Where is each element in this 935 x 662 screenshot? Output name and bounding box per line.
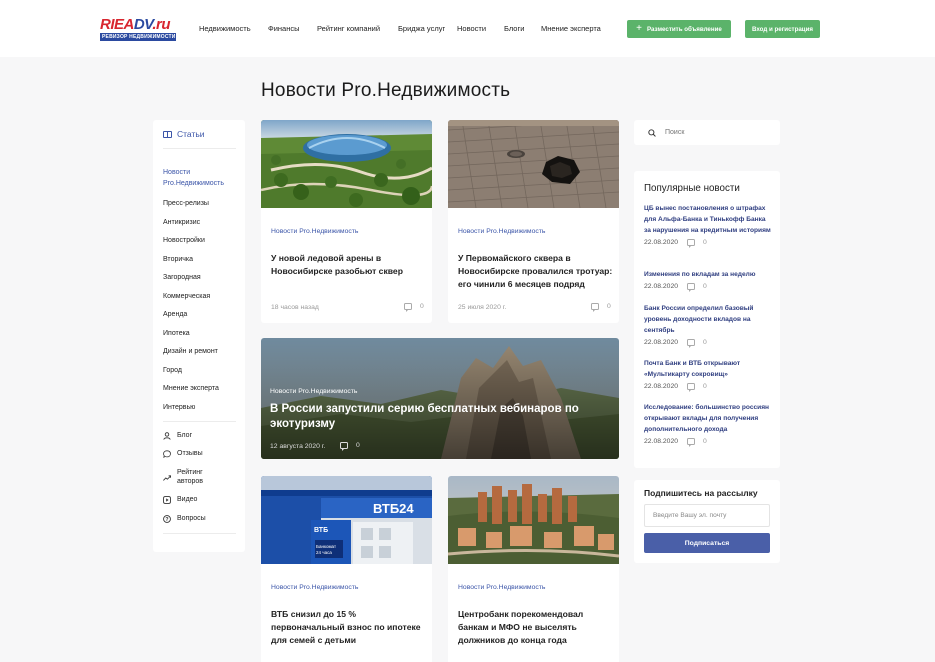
svg-text:24 часа: 24 часа [316, 550, 332, 555]
divider [163, 421, 236, 422]
comment-icon [404, 303, 412, 312]
subscribe-title: Подпишитесь на рассылку [644, 488, 758, 498]
search-box [634, 120, 780, 145]
nav-expert-opinion[interactable]: Мнение эксперта [541, 24, 601, 33]
card-category[interactable]: Новости Pro.Недвижимость [271, 228, 358, 235]
nav-company-rating[interactable]: Рейтинг компаний [317, 24, 380, 33]
sidebar-item-interview[interactable]: Интервью [163, 402, 195, 413]
comment-count: 0 [591, 303, 611, 312]
comment-icon [687, 283, 696, 292]
article-image-mountains [261, 338, 619, 459]
sidebar-item-country[interactable]: Загородная [163, 272, 201, 283]
comment-icon [687, 438, 696, 447]
sidebar-item-rent[interactable]: Аренда [163, 309, 187, 320]
comment-icon [340, 442, 348, 451]
card-title[interactable]: Центробанк порекомендовал банкам и МФО н… [458, 608, 593, 647]
sidebar-item-questions[interactable]: ? Вопросы [163, 515, 206, 524]
sidebar-item-video[interactable]: Видео [163, 496, 197, 505]
nav-news[interactable]: Новости [457, 24, 486, 33]
logo-wordmark: RIEADV.ru [100, 16, 170, 33]
site-header: RIEADV.ru РЕВИЗОР НЕДВИЖИМОСТИ Недвижимо… [0, 0, 935, 57]
trend-icon [163, 474, 171, 482]
nav-realty[interactable]: Недвижимость [199, 24, 251, 33]
comment-count: 0 [404, 303, 424, 312]
featured-news-card[interactable]: Новости Pro.Недвижимость В России запуст… [261, 338, 619, 459]
article-image-sidewalk [448, 120, 619, 208]
sidebar-item-newbuildings[interactable]: Новостройки [163, 235, 205, 246]
subscribe-button[interactable]: Подписаться [644, 533, 770, 553]
email-input[interactable]: Введите Вашу эл. почту [644, 504, 770, 527]
popular-news: Популярные новости ЦБ вынес постановлени… [634, 171, 780, 468]
comment-count: 0 [340, 442, 360, 451]
popular-title: Популярные новости [644, 183, 740, 194]
search-input[interactable] [665, 129, 765, 136]
card-category[interactable]: Новости Pro.Недвижимость [458, 584, 545, 591]
sidebar-item-commercial[interactable]: Коммерческая [163, 291, 210, 302]
popular-item[interactable]: Изменения по вкладам за неделю 22.08.202… [644, 269, 772, 292]
sidebar-item-reviews[interactable]: Отзывы [163, 450, 203, 459]
logo-tagline: РЕВИЗОР НЕДВИЖИМОСТИ [100, 33, 176, 41]
sidebar-item-expert[interactable]: Мнение эксперта [163, 383, 219, 394]
sidebar-item-press[interactable]: Пресс-релизы [163, 198, 209, 209]
article-image-ice-arena [261, 120, 432, 208]
plus-icon: + [636, 23, 642, 34]
card-category[interactable]: Новости Pro.Недвижимость [270, 388, 357, 395]
article-image-city-aerial [448, 476, 619, 564]
popular-item[interactable]: Банк России определил базовый уровень до… [644, 303, 772, 348]
sidebar-item-anticrisis[interactable]: Антикризис [163, 217, 200, 228]
nav-blogs[interactable]: Блоги [504, 24, 524, 33]
svg-text:ВТБ: ВТБ [314, 527, 328, 534]
news-card[interactable]: Новости Pro.Недвижимость У Первомайского… [448, 120, 619, 323]
popular-item[interactable]: Почта Банк и ВТБ открывают «Мультикарту … [644, 358, 772, 392]
svg-text:ВТБ24: ВТБ24 [373, 501, 414, 516]
news-card[interactable]: ВТБ24 ВТБ Банкомат 24 часа Новости Pro.Н… [261, 476, 432, 662]
svg-text:Банкомат: Банкомат [316, 544, 336, 549]
card-category[interactable]: Новости Pro.Недвижимость [271, 584, 358, 591]
sidebar-item-news[interactable]: Новости Pro.Недвижимость [163, 167, 224, 189]
divider [163, 148, 236, 149]
articles-link[interactable]: Статьи [163, 129, 205, 139]
card-title[interactable]: У Первомайского сквера в Новосибирске пр… [458, 252, 613, 291]
card-title[interactable]: ВТБ снизил до 15 % первоначальный взнос … [271, 608, 421, 647]
login-button[interactable]: Вход и регистрация [745, 20, 820, 38]
card-date: 25 июля 2020 г. [458, 304, 507, 311]
search-icon[interactable] [648, 128, 656, 137]
card-category[interactable]: Новости Pro.Недвижимость [458, 228, 545, 235]
divider [163, 533, 236, 534]
chat-icon [163, 450, 171, 459]
article-image-vtb: ВТБ24 ВТБ Банкомат 24 часа [261, 476, 432, 564]
card-title[interactable]: В России запустили серию бесплатных веби… [270, 402, 590, 432]
card-title[interactable]: У новой ледовой арены в Новосибирске раз… [271, 252, 421, 278]
comment-icon [687, 339, 696, 348]
news-card[interactable]: Новости Pro.Недвижимость Центробанк поре… [448, 476, 619, 662]
sidebar-item-author-rating[interactable]: Рейтинг авторов [163, 469, 203, 486]
card-date: 18 часов назад [271, 304, 319, 311]
sidebar-item-city[interactable]: Город [163, 365, 182, 376]
svg-text:?: ? [165, 517, 168, 523]
user-icon [163, 432, 171, 441]
news-card[interactable]: Новости Pro.Недвижимость У новой ледовой… [261, 120, 432, 323]
question-icon: ? [163, 515, 171, 524]
sidebar-item-mortgage[interactable]: Ипотека [163, 328, 190, 339]
book-icon [163, 130, 172, 138]
popular-item[interactable]: Исследование: большинство россиян открыв… [644, 402, 772, 447]
nav-services-exchange[interactable]: Бриджа услуг [398, 24, 445, 33]
page-title: Новости Pro.Недвижимость [261, 80, 511, 101]
site-logo[interactable]: RIEADV.ru РЕВИЗОР НЕДВИЖИМОСТИ [100, 16, 176, 41]
video-icon [163, 496, 171, 505]
comment-icon [687, 239, 696, 248]
comment-icon [591, 303, 599, 312]
card-date: 12 августа 2020 г. [270, 443, 326, 450]
post-ad-button[interactable]: + Разместить объявление [627, 20, 731, 38]
sidebar-item-secondary[interactable]: Вторичка [163, 254, 193, 265]
sidebar-item-blog[interactable]: Блог [163, 432, 192, 441]
newsletter-subscribe: Подпишитесь на рассылку Введите Вашу эл.… [634, 480, 780, 563]
category-sidebar: Статьи Новости Pro.Недвижимость Пресс-ре… [153, 120, 245, 552]
comment-icon [687, 383, 696, 392]
sidebar-item-design[interactable]: Дизайн и ремонт [163, 346, 218, 357]
popular-item[interactable]: ЦБ вынес постановления о штрафах для Аль… [644, 203, 772, 248]
nav-finance[interactable]: Финансы [268, 24, 300, 33]
